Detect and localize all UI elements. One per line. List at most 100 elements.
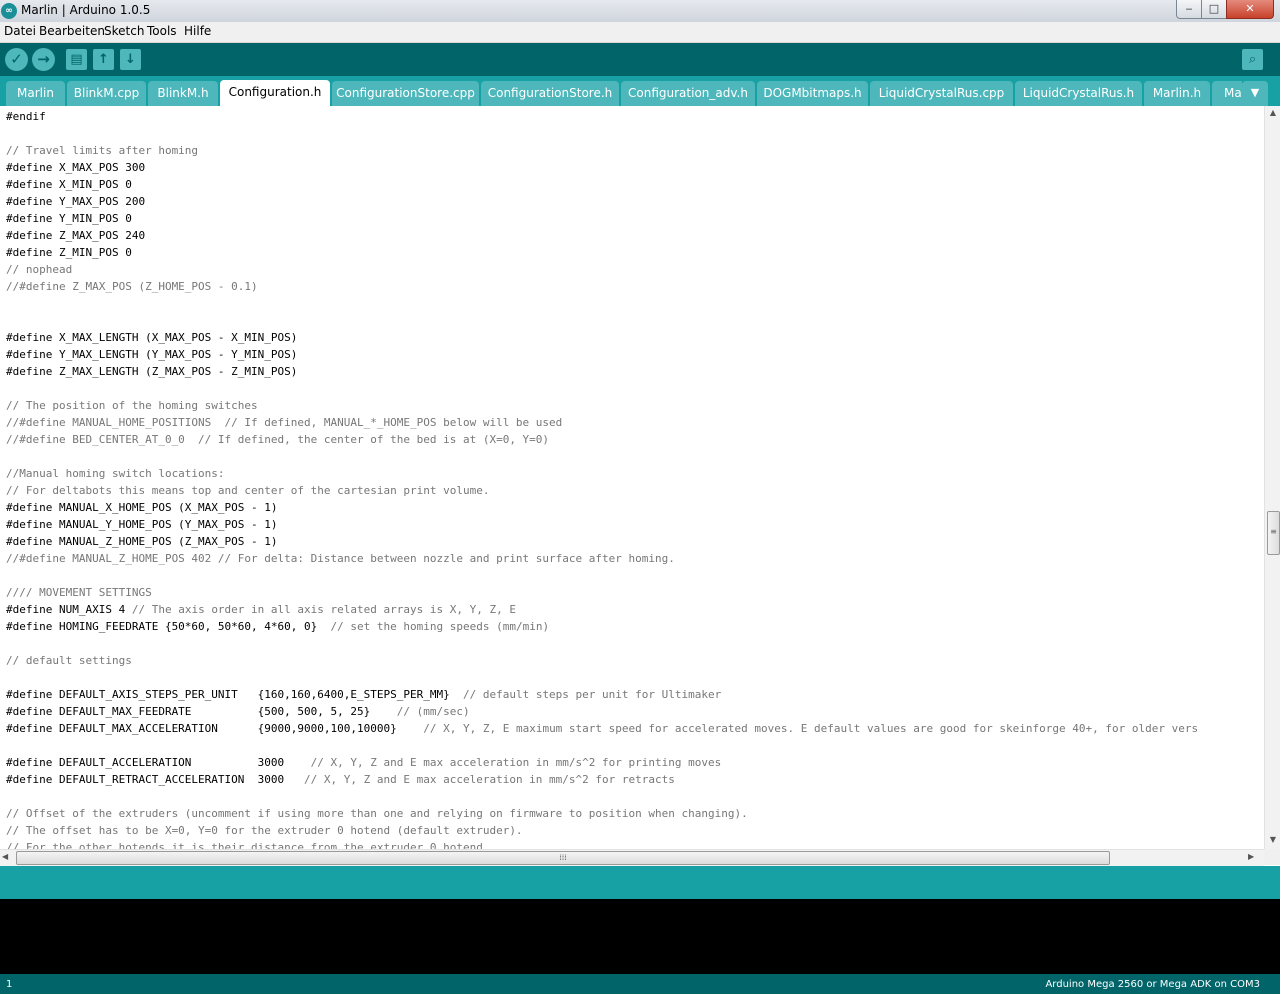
tab-menu-chevron-down-icon[interactable]: ▼ — [1242, 81, 1268, 106]
code-comment: // The axis order in all axis related ar… — [131, 603, 516, 616]
scroll-right-arrow-icon[interactable]: ▶ — [1248, 852, 1258, 864]
code-line: #define Y_MAX_POS 200 — [6, 195, 146, 208]
scroll-up-arrow-icon[interactable]: ▲ — [1265, 108, 1280, 120]
code-line: //#define Z_MAX_POS (Z_HOME_POS - 0.1) — [6, 280, 258, 293]
code-line: #define NUM_AXIS 4 // The axis order in … — [6, 601, 1198, 618]
code-directive: #define NUM_AXIS 4 — [6, 603, 132, 616]
code-directive: #define HOMING_FEEDRATE {50*60, 50*60, 4… — [6, 620, 331, 633]
code-comment: // X, Y, Z, E maximum start speed for ac… — [423, 722, 1199, 735]
code-line: #define X_MAX_LENGTH (X_MAX_POS - X_MIN_… — [6, 331, 298, 344]
code-line: // default settings — [6, 654, 132, 667]
code-line: #define X_MAX_POS 300 — [6, 161, 146, 174]
code-line: #define HOMING_FEEDRATE {50*60, 50*60, 4… — [6, 618, 1198, 635]
code-line: #define Y_MIN_POS 0 — [6, 212, 132, 225]
tab-configurationstore-h[interactable]: ConfigurationStore.h — [481, 81, 619, 106]
menu-sketch[interactable]: Sketch — [104, 24, 144, 38]
code-line: //#define BED_CENTER_AT_0_0 // If define… — [6, 433, 550, 446]
code-line: #define DEFAULT_RETRACT_ACCELERATION 300… — [6, 771, 1198, 788]
tab-liquidcrystalrus-cpp[interactable]: LiquidCrystalRus.cpp — [870, 81, 1013, 106]
code-directive: #define DEFAULT_MAX_ACCELERATION {9000,9… — [6, 722, 424, 735]
vertical-scroll-thumb[interactable]: ≡ — [1267, 511, 1280, 555]
code-line: // For the other hotends it is their dis… — [6, 841, 490, 849]
code-line: #define Z_MAX_POS 240 — [6, 229, 146, 242]
vertical-scrollbar[interactable]: ▲ ≡ ▼ — [1264, 106, 1280, 849]
new-sketch-button[interactable]: ▤ — [66, 49, 87, 70]
arduino-logo-icon: ∞ — [1, 3, 17, 19]
code-line: #define MANUAL_Y_HOME_POS (Y_MAX_POS - 1… — [6, 518, 278, 531]
code-line: #define DEFAULT_ACCELERATION 3000 // X, … — [6, 754, 1198, 771]
verify-button[interactable]: ✓ — [5, 48, 28, 71]
menu-hilfe[interactable]: Hilfe — [184, 24, 211, 38]
board-port-info: Arduino Mega 2560 or Mega ADK on COM3 — [1045, 979, 1260, 990]
code-line: #define MANUAL_Z_HOME_POS (Z_MAX_POS - 1… — [6, 535, 278, 548]
line-number-indicator: 1 — [6, 979, 13, 990]
maximize-button[interactable]: □ — [1201, 0, 1227, 19]
menu-bar: Datei Bearbeiten Sketch Tools Hilfe — [0, 22, 1280, 43]
code-line: //Manual homing switch locations: — [6, 467, 225, 480]
tab-configurationstore-cpp[interactable]: ConfigurationStore.cpp — [332, 81, 479, 106]
scroll-down-arrow-icon[interactable]: ▼ — [1265, 835, 1280, 847]
code-line: // Offset of the extruders (uncomment if… — [6, 807, 748, 820]
title-bar: ∞ Marlin | Arduino 1.0.5 ‒ □ ✕ — [0, 0, 1280, 22]
code-comment: // set the homing speeds (mm/min) — [330, 620, 550, 633]
code-line: #endif — [6, 110, 46, 123]
serial-monitor-button[interactable]: ⌕ — [1242, 49, 1263, 70]
tab-liquidcrystalrus-h[interactable]: LiquidCrystalRus.h — [1015, 81, 1142, 106]
tab-bar: Marlin BlinkM.cpp BlinkM.h Configuration… — [0, 76, 1280, 106]
code-line: #define X_MIN_POS 0 — [6, 178, 132, 191]
menu-tools[interactable]: Tools — [147, 24, 177, 38]
code-line: #define MANUAL_X_HOME_POS (X_MAX_POS - 1… — [6, 501, 278, 514]
horizontal-scrollbar[interactable]: ◀ ⁞⁞⁞ ▶ — [0, 849, 1264, 866]
code-directive: #define DEFAULT_RETRACT_ACCELERATION 300… — [6, 773, 305, 786]
scroll-left-arrow-icon[interactable]: ◀ — [2, 852, 12, 864]
code-line: #define DEFAULT_AXIS_STEPS_PER_UNIT {160… — [6, 686, 1198, 703]
code-comment: // X, Y, Z and E max acceleration in mm/… — [304, 773, 675, 786]
code-line: // For deltabots this means top and cent… — [6, 484, 490, 497]
open-button[interactable]: ↑ — [93, 49, 114, 70]
code-directive: #define DEFAULT_ACCELERATION 3000 — [6, 756, 311, 769]
save-button[interactable]: ↓ — [120, 49, 141, 70]
status-bar — [0, 866, 1280, 899]
code-directive: #define DEFAULT_MAX_FEEDRATE {500, 500, … — [6, 705, 397, 718]
horizontal-scroll-thumb[interactable]: ⁞⁞⁞ — [16, 851, 1110, 865]
code-line: #define Z_MIN_POS 0 — [6, 246, 132, 259]
upload-button[interactable]: → — [32, 48, 55, 71]
code-line: // nophead — [6, 263, 73, 276]
tab-marlin-h[interactable]: Marlin.h — [1144, 81, 1210, 106]
tab-marlin[interactable]: Marlin — [6, 81, 65, 106]
code-line: #define Y_MAX_LENGTH (Y_MAX_POS - Y_MIN_… — [6, 348, 298, 361]
menu-bearbeiten[interactable]: Bearbeiten — [39, 24, 105, 38]
tab-marl-truncated[interactable]: Marl — [1212, 81, 1242, 106]
code-comment: // (mm/sec) — [396, 705, 470, 718]
toolbar: ✓ → ▤ ↑ ↓ ⌕ — [0, 43, 1280, 76]
code-editor[interactable]: #endif // Travel limits after homing #defi… — [0, 106, 1264, 849]
menu-datei[interactable]: Datei — [4, 24, 36, 38]
console-output[interactable] — [0, 899, 1280, 974]
code-line: //#define MANUAL_HOME_POSITIONS // If de… — [6, 416, 563, 429]
window-title: Marlin | Arduino 1.0.5 — [21, 3, 151, 17]
tab-blinkm-h[interactable]: BlinkM.h — [148, 81, 218, 106]
code-line: #define DEFAULT_MAX_ACCELERATION {9000,9… — [6, 720, 1198, 737]
bottom-status-bar: 1 Arduino Mega 2560 or Mega ADK on COM3 — [0, 974, 1280, 994]
code-line: // The position of the homing switches — [6, 399, 258, 412]
code-line: // The offset has to be X=0, Y=0 for the… — [6, 824, 523, 837]
tab-configuration-h[interactable]: Configuration.h — [220, 80, 330, 106]
code-line: //#define MANUAL_Z_HOME_POS 402 // For d… — [6, 552, 675, 565]
scrollbar-corner — [1264, 849, 1280, 865]
code-comment: // default steps per unit for Ultimaker — [462, 688, 722, 701]
tab-blinkm-cpp[interactable]: BlinkM.cpp — [67, 81, 146, 106]
tab-dogmbitmaps-h[interactable]: DOGMbitmaps.h — [757, 81, 868, 106]
code-text-area[interactable]: #endif // Travel limits after homing #defi… — [6, 108, 1198, 849]
tab-configuration-adv-h[interactable]: Configuration_adv.h — [621, 81, 755, 106]
close-button[interactable]: ✕ — [1226, 0, 1274, 19]
minimize-button[interactable]: ‒ — [1176, 0, 1202, 19]
